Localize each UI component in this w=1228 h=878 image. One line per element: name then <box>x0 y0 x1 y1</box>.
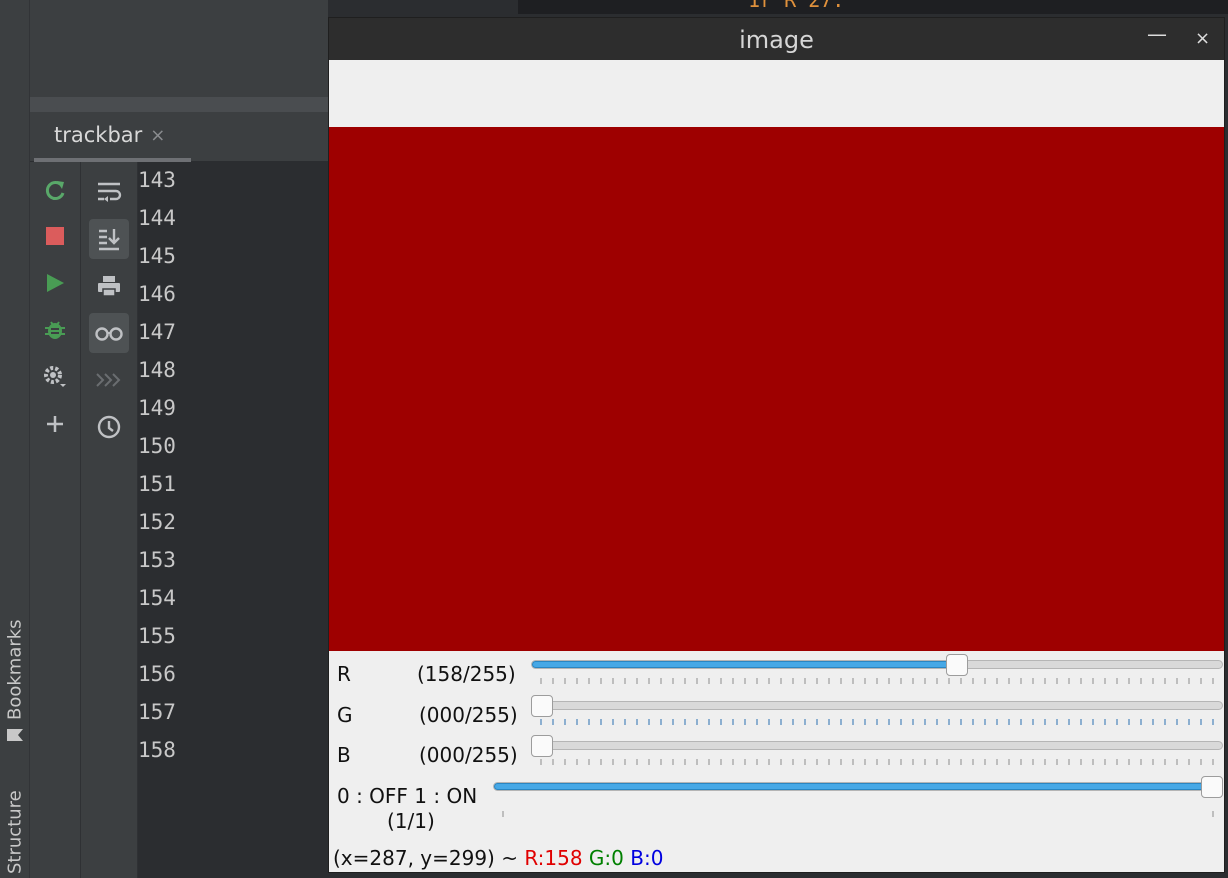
line-number: 149 <box>138 396 176 420</box>
line-number: 148 <box>138 358 176 382</box>
bookmark-icon <box>5 726 26 744</box>
line-number: 157 <box>138 700 176 724</box>
run-button[interactable] <box>35 263 75 303</box>
structure-label: Structure <box>4 790 26 874</box>
editor-top-area <box>30 0 328 97</box>
image-canvas[interactable] <box>329 127 1224 651</box>
trackbar-value: (000/255) <box>419 703 518 727</box>
line-number: 156 <box>138 662 176 686</box>
stop-button[interactable] <box>35 216 75 256</box>
status-b-value: B:0 <box>630 846 664 870</box>
rerun-icon <box>45 181 65 200</box>
trackbar-value: (1/1) <box>387 809 435 833</box>
stop-icon <box>46 227 64 245</box>
glasses-icon <box>95 327 123 341</box>
bookmarks-label: Bookmarks <box>4 619 26 721</box>
line-number: 153 <box>138 548 176 572</box>
trackbar-track[interactable] <box>531 660 1223 669</box>
trackbar-ticks <box>540 719 1214 725</box>
history-button[interactable] <box>89 407 129 447</box>
tab-trackbar[interactable]: trackbar × <box>34 112 191 162</box>
line-number: 143 <box>138 168 176 192</box>
trackbar-track[interactable] <box>531 741 1223 750</box>
trackbar-value: (000/255) <box>419 743 518 767</box>
line-number: 152 <box>138 510 176 534</box>
settings-button[interactable] <box>35 357 75 397</box>
status-bar: (x=287, y=299) ~ R:158 G:0 B:0 <box>333 846 663 870</box>
trackbar-name: R <box>337 662 351 686</box>
bookmarks-tab[interactable]: Bookmarks <box>0 612 30 752</box>
trackbar-ticks <box>502 811 1214 817</box>
console-toolbar <box>81 162 138 878</box>
trackbar-ticks <box>540 678 1214 684</box>
trackbar-handle[interactable] <box>531 735 553 757</box>
scroll-to-end-icon <box>99 229 120 251</box>
trackbar-track[interactable] <box>531 701 1223 710</box>
add-button[interactable] <box>35 404 75 444</box>
print-button[interactable] <box>89 266 129 306</box>
trackbar-fill <box>532 661 958 668</box>
trackbar-handle[interactable] <box>1201 776 1223 798</box>
trackbar-track[interactable] <box>493 782 1223 791</box>
tab-close-icon[interactable]: × <box>150 125 165 146</box>
forward-icon <box>96 373 121 387</box>
left-tool-strip: Bookmarks Structure <box>0 0 30 878</box>
window-titlebar[interactable]: image — × <box>329 18 1224 60</box>
trackbar-name: G <box>337 703 353 727</box>
trackbar-name: 0 : OFF 1 : ON <box>337 784 478 808</box>
window-title: image <box>739 26 814 54</box>
scroll-to-end-button[interactable] <box>89 219 129 259</box>
line-number: 151 <box>138 472 176 496</box>
run-icon <box>47 274 64 292</box>
line-number: 150 <box>138 434 176 458</box>
trackbar-value: (158/255) <box>417 662 516 686</box>
line-number: 146 <box>138 282 176 306</box>
status-coords: (x=287, y=299) ~ <box>333 846 518 870</box>
line-number: 147 <box>138 320 176 344</box>
tab-label: trackbar <box>54 123 143 147</box>
trackbar-handle[interactable] <box>531 695 553 717</box>
run-tab-row: trackbar × <box>30 112 328 162</box>
trackbar-name: B <box>337 743 351 767</box>
horizontal-scrollbar[interactable] <box>30 97 328 112</box>
forward-button[interactable] <box>89 360 129 400</box>
soft-wrap-icon <box>98 182 122 202</box>
settings-icon <box>44 366 66 387</box>
line-number: 154 <box>138 586 176 610</box>
console-output: 143 144 145 146 147 148 149 150 151 152 153 154 155 1… <box>138 162 328 878</box>
trackbar-ticks <box>540 759 1214 765</box>
structure-tab[interactable]: Structure <box>0 786 30 878</box>
add-icon <box>47 416 63 432</box>
print-icon <box>98 276 120 297</box>
line-number: 158 <box>138 738 176 762</box>
minimize-icon[interactable]: — <box>1147 22 1167 46</box>
soft-wrap-button[interactable] <box>89 172 129 212</box>
status-r-value: R:158 <box>524 846 583 870</box>
editor-code-fragment: 1r R 27: <box>518 0 1228 14</box>
history-icon <box>97 415 121 439</box>
trackbar-handle[interactable] <box>946 654 968 676</box>
close-icon[interactable]: × <box>1195 28 1210 49</box>
line-number: 145 <box>138 244 176 268</box>
run-toolbar <box>30 162 81 878</box>
rerun-button[interactable] <box>35 170 75 210</box>
image-window: image — × R (158/255) G (000/255) B (000/255)… <box>328 17 1225 873</box>
line-number: 144 <box>138 206 176 230</box>
line-number: 155 <box>138 624 176 648</box>
trackbar-fill <box>494 783 1213 790</box>
debug-icon <box>45 321 65 339</box>
code-line-partial: 1r R 27: <box>748 0 845 12</box>
status-g-value: G:0 <box>588 846 624 870</box>
glasses-button[interactable] <box>89 313 129 353</box>
debug-button[interactable] <box>35 310 75 350</box>
